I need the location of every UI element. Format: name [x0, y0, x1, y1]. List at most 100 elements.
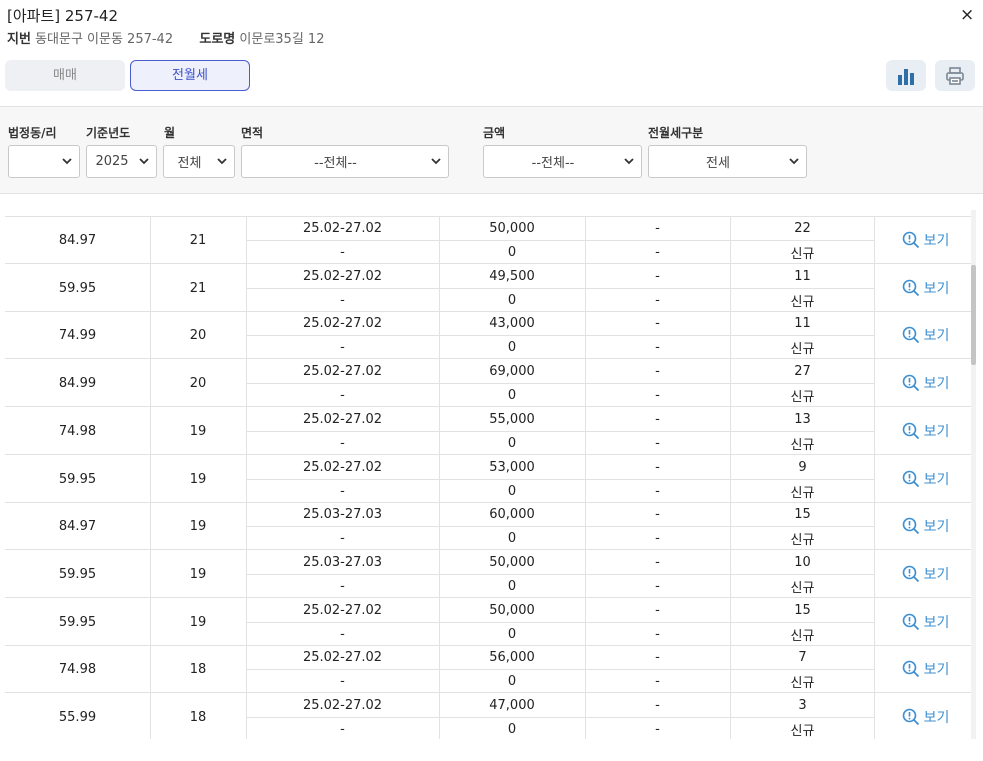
- prev-rent-cell: -: [655, 530, 660, 546]
- deposit-cell: 49,500: [489, 268, 535, 284]
- scrollbar-thumb[interactable]: [971, 265, 976, 365]
- day-cell: 21: [189, 280, 207, 296]
- view-button[interactable]: 보기: [880, 407, 971, 455]
- day-cell: 18: [189, 661, 207, 677]
- deposit-cell: 53,000: [489, 459, 535, 475]
- chevron-down-icon: [787, 158, 801, 165]
- magnifier-info-icon: [902, 231, 919, 249]
- select-area-value: --전체--: [314, 156, 357, 171]
- prev-rent-cell: -: [655, 578, 660, 594]
- deposit-cell: 50,000: [489, 220, 535, 236]
- contract-period-cell: 25.02-27.02: [302, 363, 383, 379]
- filter-label-month: 월: [164, 126, 176, 140]
- filter-label-year: 기준년도: [86, 126, 131, 140]
- tab-sale[interactable]: 매매: [5, 60, 125, 91]
- view-button[interactable]: 보기: [880, 645, 971, 693]
- view-button[interactable]: 보기: [880, 216, 971, 264]
- magnifier-info-icon: [902, 565, 919, 583]
- floor-cell: 10: [794, 554, 811, 570]
- rent-cell: -: [655, 554, 660, 570]
- view-label: 보기: [923, 472, 950, 488]
- area-cell: 84.99: [58, 375, 97, 391]
- select-rent-type-value: 전세: [706, 156, 730, 171]
- prev-deposit-cell: 0: [507, 244, 517, 260]
- magnifier-info-icon: [902, 708, 919, 726]
- rent-cell: -: [655, 506, 660, 522]
- prev-period-cell: -: [340, 292, 345, 308]
- magnifier-info-icon: [902, 660, 919, 678]
- prev-period-cell: -: [340, 339, 345, 355]
- filter-bar: 법정동/리 기준년도 2025 월 전체 면적 --전체-- 금액 --전체--…: [0, 106, 983, 194]
- prev-rent-cell: -: [655, 626, 660, 642]
- chevron-down-icon: [622, 158, 636, 165]
- rent-cell: -: [655, 220, 660, 236]
- chevron-down-icon: [137, 158, 151, 165]
- prev-rent-cell: -: [655, 483, 660, 499]
- prev-period-cell: -: [340, 721, 345, 737]
- view-button[interactable]: 보기: [880, 311, 971, 359]
- select-amount[interactable]: --전체--: [483, 145, 642, 178]
- table-row: 84.97 21 25.02-27.02 - 50,000 0 - - 22 신규 보기: [5, 216, 971, 264]
- print-button[interactable]: [935, 60, 975, 91]
- deposit-cell: 43,000: [489, 315, 535, 331]
- road-label: 도로명: [199, 32, 236, 47]
- rent-cell: -: [655, 315, 660, 331]
- magnifier-info-icon: [902, 470, 919, 488]
- page-title: [아파트] 257-42: [7, 7, 119, 25]
- contract-type-cell: 신규: [790, 294, 815, 310]
- printer-icon: [946, 66, 964, 85]
- magnifier-info-icon: [902, 517, 919, 535]
- select-dong[interactable]: [8, 145, 80, 178]
- prev-deposit-cell: 0: [507, 483, 517, 499]
- day-cell: 19: [189, 518, 207, 534]
- contract-type-cell: 신규: [790, 485, 815, 501]
- view-button[interactable]: 보기: [880, 264, 971, 312]
- table-row: 74.99 20 25.02-27.02 - 43,000 0 - - 11 신규 보기: [5, 311, 971, 359]
- select-month[interactable]: 전체: [163, 145, 235, 178]
- jibun-label: 지번: [7, 32, 31, 47]
- day-cell: 21: [189, 232, 207, 248]
- view-label: 보기: [923, 424, 950, 440]
- view-button[interactable]: 보기: [880, 550, 971, 598]
- prev-period-cell: -: [340, 435, 345, 451]
- select-rent-type[interactable]: 전세: [648, 145, 807, 178]
- view-button[interactable]: 보기: [880, 693, 971, 739]
- close-icon[interactable]: ×: [960, 5, 974, 25]
- select-year[interactable]: 2025: [86, 145, 157, 178]
- floor-cell: 13: [794, 411, 811, 427]
- prev-deposit-cell: 0: [507, 721, 517, 737]
- table-row: 74.98 19 25.02-27.02 - 55,000 0 - - 13 신규 보기: [5, 407, 971, 455]
- view-button[interactable]: 보기: [880, 455, 971, 503]
- view-button[interactable]: 보기: [880, 502, 971, 550]
- view-label: 보기: [923, 710, 950, 726]
- tab-rent[interactable]: 전월세: [130, 60, 250, 91]
- rent-cell: -: [655, 459, 660, 475]
- view-button[interactable]: 보기: [880, 359, 971, 407]
- view-label: 보기: [923, 662, 950, 678]
- filter-label-rent-type: 전월세구분: [648, 126, 704, 140]
- select-year-value: 2025: [95, 154, 129, 169]
- deposit-cell: 56,000: [489, 649, 535, 665]
- prev-deposit-cell: 0: [507, 673, 517, 689]
- prev-period-cell: -: [340, 530, 345, 546]
- view-label: 보기: [923, 376, 950, 392]
- prev-rent-cell: -: [655, 292, 660, 308]
- area-cell: 59.95: [58, 566, 97, 582]
- floor-cell: 27: [794, 363, 811, 379]
- scrollbar[interactable]: [971, 210, 976, 739]
- day-cell: 19: [189, 566, 207, 582]
- chart-button[interactable]: [886, 60, 926, 91]
- view-button[interactable]: 보기: [880, 598, 971, 646]
- filter-label-amount: 금액: [483, 126, 506, 140]
- select-area[interactable]: --전체--: [241, 145, 449, 178]
- prev-deposit-cell: 0: [507, 626, 517, 642]
- area-cell: 59.95: [58, 471, 97, 487]
- magnifier-info-icon: [902, 422, 919, 440]
- prev-deposit-cell: 0: [507, 578, 517, 594]
- chevron-down-icon: [429, 158, 443, 165]
- chevron-down-icon: [60, 158, 74, 165]
- road-value: 이문로35길 12: [239, 32, 325, 47]
- contract-type-cell: 신규: [790, 628, 815, 644]
- contract-period-cell: 25.03-27.03: [302, 506, 383, 522]
- prev-deposit-cell: 0: [507, 292, 517, 308]
